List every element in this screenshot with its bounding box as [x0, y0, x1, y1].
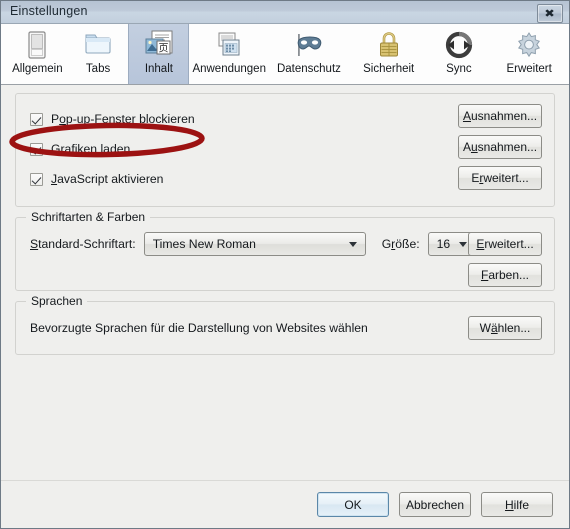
tab-allgemein-label: Allgemein: [12, 63, 63, 75]
fonts-colors-group: Schriftarten & Farben Standard-Schriftar…: [15, 210, 555, 291]
languages-group: Sprachen Bevorzugte Sprachen für die Dar…: [15, 294, 555, 355]
advanced-gear-icon: [511, 28, 547, 62]
tab-datenschutz-label: Datenschutz: [276, 63, 341, 75]
applications-icon: [211, 28, 247, 62]
fonts-advanced-button[interactable]: Erweitert...: [468, 232, 542, 256]
security-lock-icon: [371, 28, 407, 62]
svg-text:页: 页: [158, 43, 168, 55]
popup-exceptions-button[interactable]: Ausnahmen...: [458, 104, 542, 128]
chevron-down-icon: [348, 242, 357, 247]
preferences-window: Einstellungen ✖ Allgemein Tabs 页 Inhalt …: [0, 0, 570, 529]
tab-allgemein[interactable]: Allgemein: [7, 24, 68, 84]
languages-legend: Sprachen: [26, 294, 88, 308]
javascript-label: JavaScript aktivieren: [51, 172, 164, 186]
tab-sync[interactable]: Sync: [429, 24, 490, 84]
privacy-mask-icon: [291, 28, 327, 62]
tab-anwendungen[interactable]: Anwendungen: [189, 24, 269, 84]
tab-tabs-label: Tabs: [85, 63, 111, 75]
title-bar: Einstellungen ✖: [1, 1, 569, 24]
sync-icon: [441, 28, 477, 62]
fonts-colors-legend: Schriftarten & Farben: [26, 210, 151, 224]
tab-sicherheit[interactable]: Sicherheit: [349, 24, 429, 84]
tab-sicherheit-label: Sicherheit: [363, 63, 415, 75]
popup-blocker-label: Pop-up-Fenster blockieren: [51, 112, 195, 126]
javascript-checkbox[interactable]: [30, 172, 43, 186]
tab-tabs[interactable]: Tabs: [68, 24, 129, 84]
default-font-label: Standard-Schriftart:: [30, 237, 136, 251]
content-page-icon: 页: [141, 28, 177, 62]
font-size-value: 16: [436, 237, 451, 251]
tab-anwendungen-label: Anwendungen: [192, 63, 266, 75]
load-images-checkbox[interactable]: [30, 142, 43, 156]
tab-inhalt-label: Inhalt: [144, 63, 173, 75]
default-font-row: Standard-Schriftart: Times New Roman Grö…: [30, 232, 542, 256]
window-title: Einstellungen: [10, 4, 88, 18]
tab-datenschutz[interactable]: Datenschutz: [269, 24, 349, 84]
general-icon: [19, 28, 55, 62]
choose-languages-button[interactable]: Wä hlen...: [468, 316, 542, 340]
tab-sync-label: Sync: [446, 63, 472, 75]
default-font-value: Times New Roman: [152, 237, 256, 251]
content-area: Pop-up-Fenster blockieren Grafiken laden…: [1, 85, 569, 355]
ok-button[interactable]: OK: [317, 492, 389, 517]
cancel-button[interactable]: Abbrechen: [399, 492, 471, 517]
dialog-footer: OK Abbrechen Hilfe: [1, 480, 569, 528]
popup-blocker-checkbox[interactable]: [30, 112, 43, 126]
tab-strip: Allgemein Tabs 页 Inhalt Anwendungen Date…: [1, 24, 569, 85]
close-button[interactable]: ✖: [537, 4, 563, 23]
tab-erweitert-label: Erweitert: [506, 63, 552, 75]
tab-inhalt[interactable]: 页 Inhalt: [128, 24, 190, 84]
font-size-label: Größe:: [381, 237, 420, 251]
images-exceptions-button[interactable]: Au snahmen...: [458, 135, 542, 159]
tab-erweitert[interactable]: Erweitert: [489, 24, 569, 84]
javascript-advanced-button[interactable]: Er weitert...: [458, 166, 542, 190]
default-font-select[interactable]: Times New Roman: [143, 232, 366, 256]
close-icon: ✖: [544, 7, 556, 20]
languages-description: Bevorzugte Sprachen für die Darstellung …: [30, 321, 368, 335]
colors-button[interactable]: Farben...: [468, 263, 542, 287]
chevron-down-icon: [458, 242, 467, 247]
content-options-group: Pop-up-Fenster blockieren Grafiken laden…: [15, 93, 555, 207]
load-images-label: Grafiken laden: [51, 142, 131, 156]
help-button[interactable]: Hilfe: [481, 492, 553, 517]
tabs-folder-icon: [80, 28, 116, 62]
